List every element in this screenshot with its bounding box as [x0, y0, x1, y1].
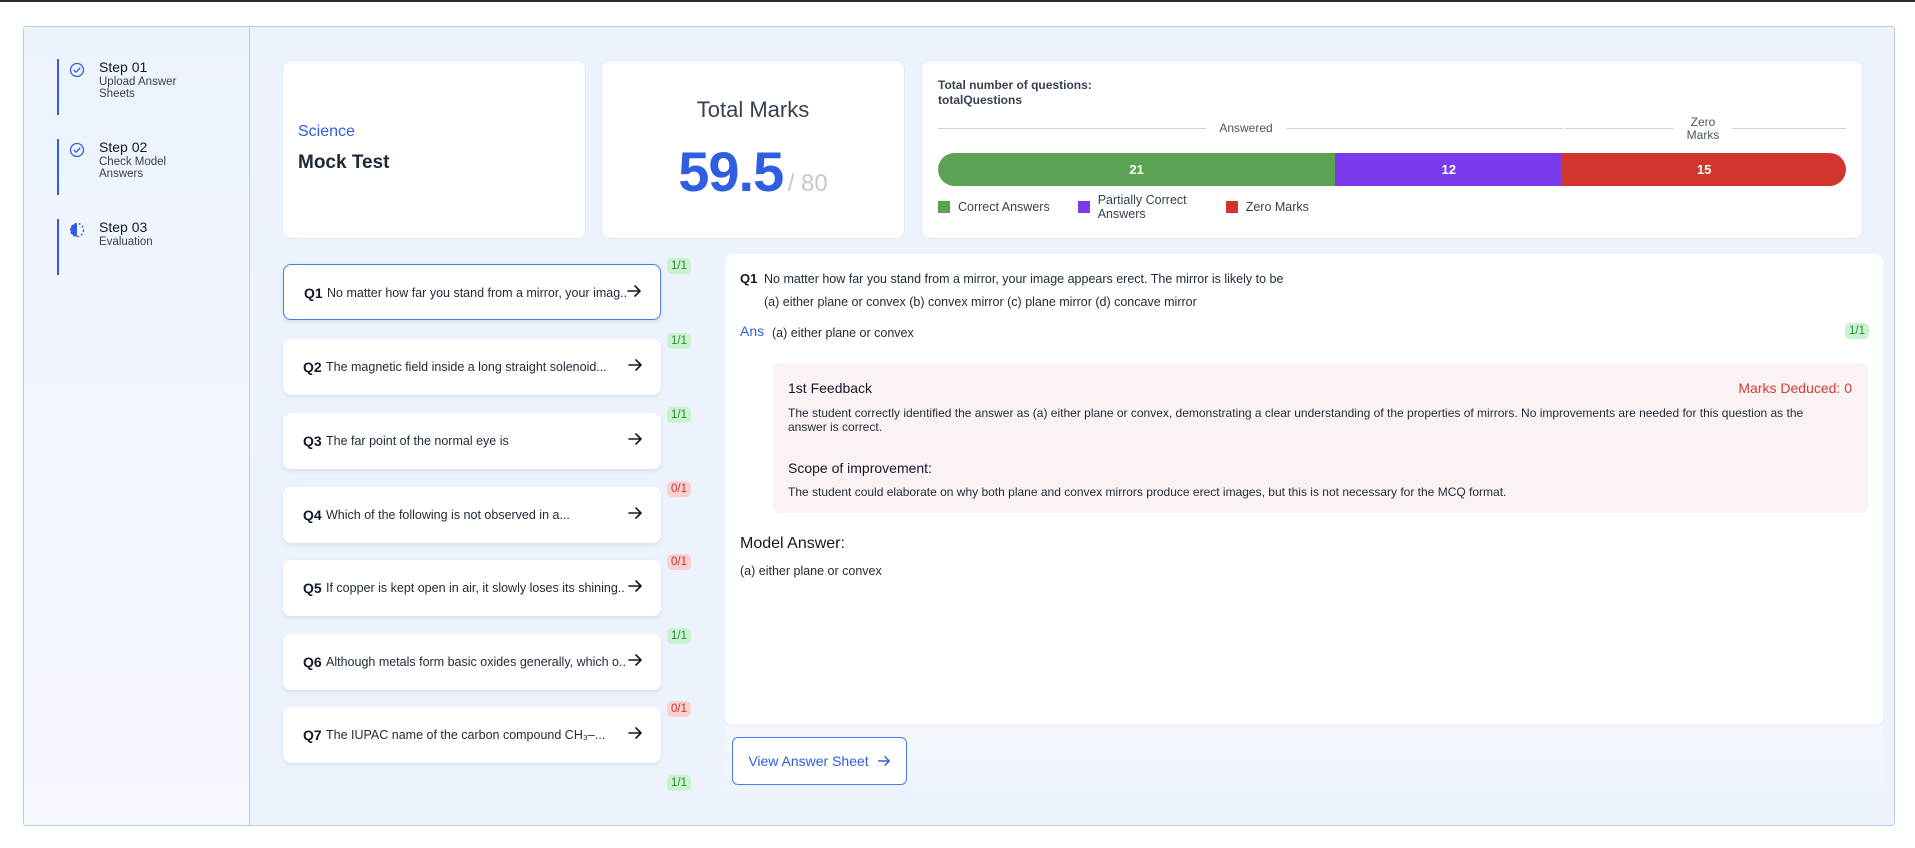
score-value: 59.5	[678, 140, 784, 203]
answered-label: Answered	[1206, 122, 1286, 135]
legend-label: Zero Marks	[1245, 200, 1309, 214]
question-text: If copper is kept open in air, it slowly…	[326, 581, 626, 595]
arrow-right-icon	[628, 507, 642, 519]
question-item-q4[interactable]: Q4 Which of the following is not observe…	[283, 487, 661, 543]
score-badge: 1/1	[667, 775, 691, 791]
question-text: No matter how far you stand from a mirro…	[327, 286, 627, 300]
question-text: The far point of the normal eye is	[326, 434, 509, 448]
question-text: Although metals form basic oxides genera…	[326, 655, 626, 669]
score-badge: 1/1	[667, 258, 691, 274]
feedback-box: 1st Feedback Marks Deduced: 0 The studen…	[773, 363, 1868, 513]
arrow-right-icon	[877, 755, 890, 767]
question-item-q2[interactable]: Q2 The magnetic field inside a long stra…	[283, 339, 661, 395]
subject-label: Science	[298, 123, 355, 140]
detail-question-number: Q1	[740, 271, 758, 286]
check-circle-icon	[69, 142, 85, 158]
view-answer-sheet-label: View Answer Sheet	[748, 753, 869, 769]
question-item-q5[interactable]: Q5 If copper is kept open in air, it slo…	[283, 560, 661, 616]
question-number: Q7	[303, 727, 322, 743]
step-title: Step 01	[99, 59, 148, 75]
window-top-border	[0, 0, 1915, 2]
arrow-right-icon	[628, 359, 642, 371]
question-number: Q2	[303, 359, 322, 375]
legend-label: Partially Correct Answers	[1097, 193, 1187, 221]
question-number: Q1	[304, 285, 323, 301]
question-item-q6[interactable]: Q6 Although metals form basic oxides gen…	[283, 634, 661, 690]
feedback-title: 1st Feedback	[788, 380, 873, 396]
legend-zero: Zero Marks	[1225, 193, 1309, 221]
question-item-q7[interactable]: Q7 The IUPAC name of the carbon compound…	[283, 707, 661, 763]
score-badge: 0/1	[667, 481, 691, 497]
legend-swatch	[1077, 201, 1090, 213]
test-name: Mock Test	[298, 152, 390, 173]
steps-sidebar: Step 01 Upload Answer Sheets Step 02 Che…	[24, 27, 250, 825]
answer-label: Ans	[740, 323, 765, 339]
bar-segment-correct: 21	[938, 153, 1336, 186]
question-number: Q6	[303, 654, 322, 670]
stats-legend: Correct Answers Partially Correct Answer…	[938, 193, 1337, 221]
question-number: Q4	[303, 507, 322, 523]
question-text: Which of the following is not observed i…	[326, 508, 570, 522]
view-answer-sheet-button[interactable]: View Answer Sheet	[732, 737, 907, 785]
score-badge: 1/1	[667, 333, 691, 349]
feedback-text: The student correctly identified the ans…	[788, 406, 1804, 434]
score-badge: 0/1	[667, 554, 691, 570]
main-area: Science Mock Test Total Marks 59.5 / 80 …	[250, 27, 1894, 825]
half-circle-progress-icon	[69, 222, 85, 238]
zero-marks-label: Zero Marks	[1674, 116, 1732, 142]
bar-segment-partial: 12	[1335, 153, 1563, 186]
bar-segment-zero: 15	[1562, 153, 1846, 186]
step-title: Step 03	[99, 219, 148, 235]
question-text: The IUPAC name of the carbon compound CH…	[326, 728, 606, 742]
question-item-q3[interactable]: Q3 The far point of the normal eye is	[283, 413, 661, 469]
legend-swatch	[938, 201, 950, 213]
check-circle-icon	[69, 62, 85, 78]
arrow-right-icon	[628, 580, 642, 592]
score-out-of: / 80	[787, 170, 828, 197]
step-upload-answer-sheets[interactable]: Step 01 Upload Answer Sheets	[57, 59, 237, 115]
score-badge: 1/1	[667, 407, 691, 423]
app-frame: Step 01 Upload Answer Sheets Step 02 Che…	[23, 26, 1895, 826]
model-answer-title: Model Answer:	[740, 535, 845, 552]
detail-question-options: (a) either plane or convex (b) convex mi…	[764, 295, 1197, 309]
total-marks-value: 59.5 / 80	[602, 139, 904, 204]
step-title: Step 02	[99, 139, 148, 155]
question-item-q1[interactable]: Q1 No matter how far you stand from a mi…	[283, 264, 661, 320]
detail-question-text: No matter how far you stand from a mirro…	[764, 272, 1284, 286]
score-badge: 0/1	[667, 701, 691, 717]
marks-deduced: Marks Deduced: 0	[1738, 380, 1852, 396]
scope-text: The student could elaborate on why both …	[788, 485, 1507, 499]
question-text: The magnetic field inside a long straigh…	[326, 360, 607, 374]
total-questions-label: Total number of questions:	[938, 78, 1092, 92]
step-subtitle: Upload Answer Sheets	[99, 76, 177, 100]
total-marks-label: Total Marks	[696, 97, 810, 122]
total-marks-card: Total Marks 59.5 / 80	[602, 61, 904, 238]
legend-correct: Correct Answers	[938, 193, 1050, 221]
step-subtitle: Check Model Answers	[99, 156, 167, 180]
legend-label: Correct Answers	[958, 200, 1050, 214]
step-evaluation[interactable]: Step 03 Evaluation	[57, 219, 237, 275]
total-questions-value: totalQuestions	[938, 93, 1023, 107]
question-number: Q3	[303, 433, 322, 449]
model-answer-text: (a) either plane or convex	[740, 564, 882, 578]
question-stats-card: Total number of questions: totalQuestion…	[922, 61, 1862, 238]
arrow-right-icon	[628, 727, 642, 739]
student-answer: (a) either plane or convex	[772, 326, 914, 340]
arrow-right-icon	[627, 285, 641, 297]
scope-title: Scope of improvement:	[788, 460, 932, 476]
arrow-right-icon	[628, 654, 642, 666]
legend-partial: Partially Correct Answers	[1077, 193, 1198, 221]
question-detail-panel: Q1 No matter how far you stand from a mi…	[725, 254, 1883, 724]
arrow-right-icon	[628, 433, 642, 445]
question-number: Q5	[303, 580, 322, 596]
legend-swatch	[1225, 201, 1238, 213]
answers-distribution-bar: 21 12 15	[938, 153, 1846, 186]
answer-score-badge: 1/1	[1845, 323, 1869, 339]
step-check-model-answers[interactable]: Step 02 Check Model Answers	[57, 139, 237, 195]
test-info-card: Science Mock Test	[283, 61, 585, 238]
score-badge: 1/1	[667, 628, 691, 644]
step-subtitle: Evaluation	[99, 236, 153, 248]
